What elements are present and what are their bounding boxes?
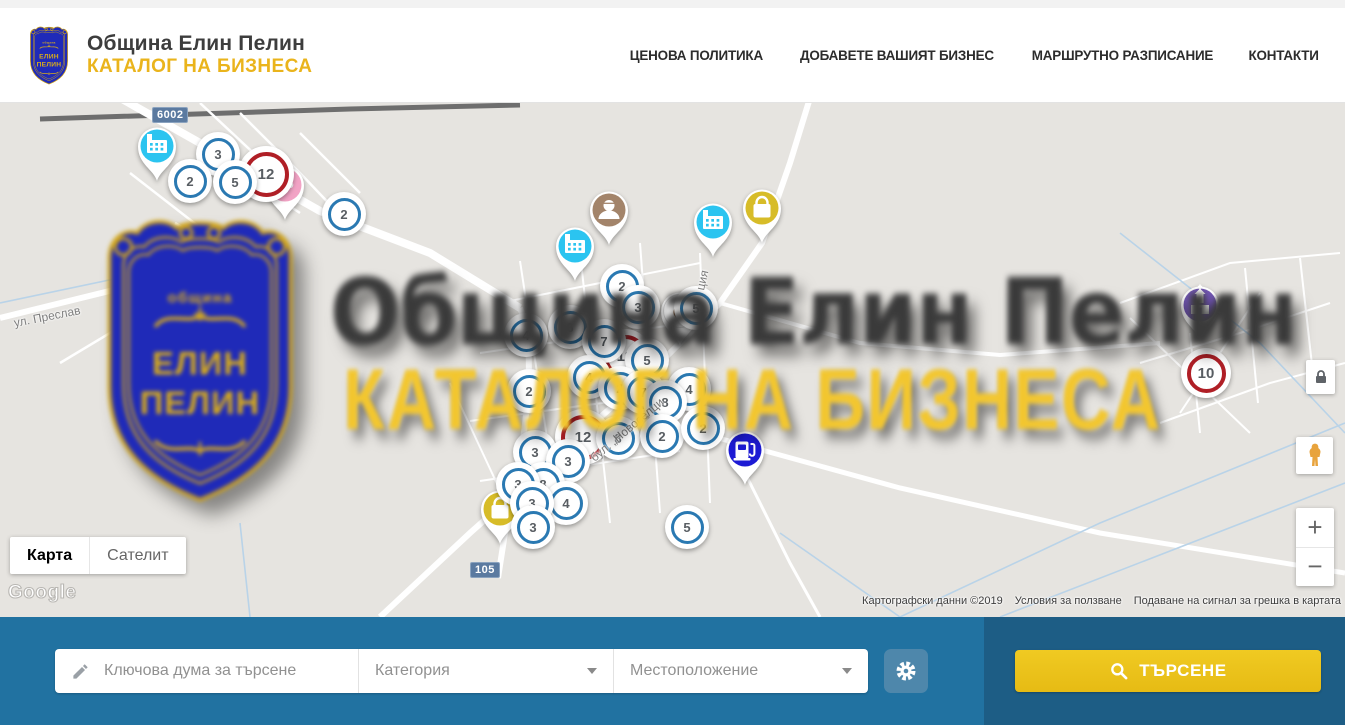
cluster-count: 2: [658, 429, 665, 444]
cluster-count: 6: [566, 320, 573, 335]
cluster-count: 5: [643, 353, 650, 368]
nav-item-1[interactable]: ЦЕНОВА ПОЛИТИКА: [630, 47, 763, 63]
municipality-logo: община ЕЛИН ПЕЛИН: [25, 25, 73, 86]
category-pin-bag-icon[interactable]: [736, 182, 788, 251]
cluster-count: 3: [531, 445, 538, 460]
advanced-settings-button[interactable]: [884, 649, 928, 693]
site-subtitle: КАТАЛОГ НА БИЗНЕСА: [87, 56, 312, 78]
location-value: Местоположение: [630, 662, 758, 680]
category-value: Категория: [375, 662, 450, 680]
chevron-down-icon: [842, 668, 852, 674]
category-pin-factory-icon[interactable]: [687, 196, 739, 265]
keyword-field[interactable]: [55, 649, 358, 693]
cluster-marker[interactable]: 5: [665, 505, 709, 549]
map-attribution: Картографски данни ©2019 Условия за полз…: [862, 595, 1341, 607]
streetview-pegman-button[interactable]: [1296, 437, 1333, 474]
nav-item-4[interactable]: КОНТАКТИ: [1248, 47, 1318, 63]
cluster-marker[interactable]: 4: [504, 313, 548, 357]
search-icon: [1109, 661, 1129, 681]
search-bar: Категория Местоположение ТЪРСЕНЕ: [0, 617, 1345, 725]
keyword-input[interactable]: [102, 661, 336, 681]
search-button-label: ТЪРСЕНЕ: [1139, 661, 1227, 681]
logo-text-line2: ПЕЛИН: [37, 61, 62, 68]
main-nav: ЦЕНОВА ПОЛИТИКА ДОБАВЕТЕ ВАШИЯТ БИЗНЕС МАР…: [627, 47, 1320, 63]
cluster-count: 12: [258, 166, 275, 183]
cluster-marker[interactable]: 2: [322, 192, 366, 236]
nav-item-3[interactable]: МАРШРУТНО РАЗПИСАНИЕ: [1032, 47, 1213, 63]
cluster-count: 5: [231, 175, 238, 190]
brand[interactable]: община ЕЛИН ПЕЛИН Община Елин Пелин КАТА…: [25, 25, 312, 86]
category-select[interactable]: Категория: [358, 649, 613, 693]
search-button[interactable]: ТЪРСЕНЕ: [1015, 650, 1321, 692]
maptype-map-button[interactable]: Карта: [10, 537, 89, 574]
cluster-count: 2: [525, 384, 532, 399]
cluster-count: 5: [692, 301, 699, 316]
cluster-marker[interactable]: 2: [681, 406, 725, 450]
google-logo[interactable]: Google: [8, 582, 76, 604]
cluster-count: 4: [562, 496, 569, 511]
road-badge: 105: [470, 562, 500, 578]
attribution-copyright: Картографски данни ©2019: [862, 595, 1003, 607]
zoom-out-button[interactable]: −: [1296, 548, 1334, 587]
site-title: Община Елин Пелин: [87, 32, 312, 56]
cluster-count: 4: [522, 328, 529, 343]
cluster-count: 4: [585, 370, 592, 385]
nav-item-2[interactable]: ДОБАВЕТЕ ВАШИЯТ БИЗНЕС: [800, 47, 994, 63]
cluster-count: 4: [685, 382, 692, 397]
logo-text-line1: ЕЛИН: [39, 53, 59, 60]
road-badge: 6002: [152, 107, 188, 123]
search-fields: Категория Местоположение: [55, 649, 868, 693]
map-canvas[interactable]: 123252235136475427482128223383433510 ул.…: [0, 103, 1345, 617]
category-pin-worker-icon[interactable]: [583, 184, 635, 253]
header: община ЕЛИН ПЕЛИН Община Елин Пелин КАТА…: [0, 0, 1345, 103]
cluster-count: 2: [186, 174, 193, 189]
terms-link[interactable]: Условия за ползване: [1015, 595, 1122, 607]
lock-icon: [1314, 369, 1328, 385]
category-pin-church-icon[interactable]: [1174, 279, 1226, 348]
pencil-icon: [71, 662, 90, 681]
cluster-count: 3: [529, 520, 536, 535]
pegman-icon: [1306, 443, 1324, 469]
maptype-control: Карта Сателит: [10, 537, 186, 574]
cluster-count: 3: [214, 147, 221, 162]
cluster-marker[interactable]: 10: [1181, 348, 1231, 398]
cluster-count: 5: [683, 520, 690, 535]
cluster-count: 3: [634, 300, 641, 315]
chevron-down-icon: [587, 668, 597, 674]
cluster-count: 2: [699, 421, 706, 436]
lock-button[interactable]: [1306, 360, 1335, 394]
location-select[interactable]: Местоположение: [613, 649, 868, 693]
category-pin-fuel-icon[interactable]: [719, 424, 771, 493]
cluster-count: 2: [340, 207, 347, 222]
cluster-marker[interactable]: 5: [674, 286, 718, 330]
maptype-satellite-button[interactable]: Сателит: [89, 537, 185, 574]
cluster-marker[interactable]: 2: [507, 369, 551, 413]
report-error-link[interactable]: Подаване на сигнал за грешка в картата: [1134, 595, 1341, 607]
logo-text-top: община: [42, 40, 55, 44]
cluster-marker[interactable]: 3: [511, 505, 555, 549]
zoom-in-button[interactable]: +: [1296, 508, 1334, 548]
zoom-control: + −: [1296, 508, 1334, 586]
gear-icon: [894, 659, 918, 683]
cluster-count: 10: [1198, 365, 1215, 382]
cluster-count: 3: [564, 454, 571, 469]
cluster-marker[interactable]: 3: [616, 285, 660, 329]
cluster-marker[interactable]: 2: [168, 159, 212, 203]
cluster-marker[interactable]: 5: [213, 160, 257, 204]
cluster-count: 7: [600, 334, 607, 349]
